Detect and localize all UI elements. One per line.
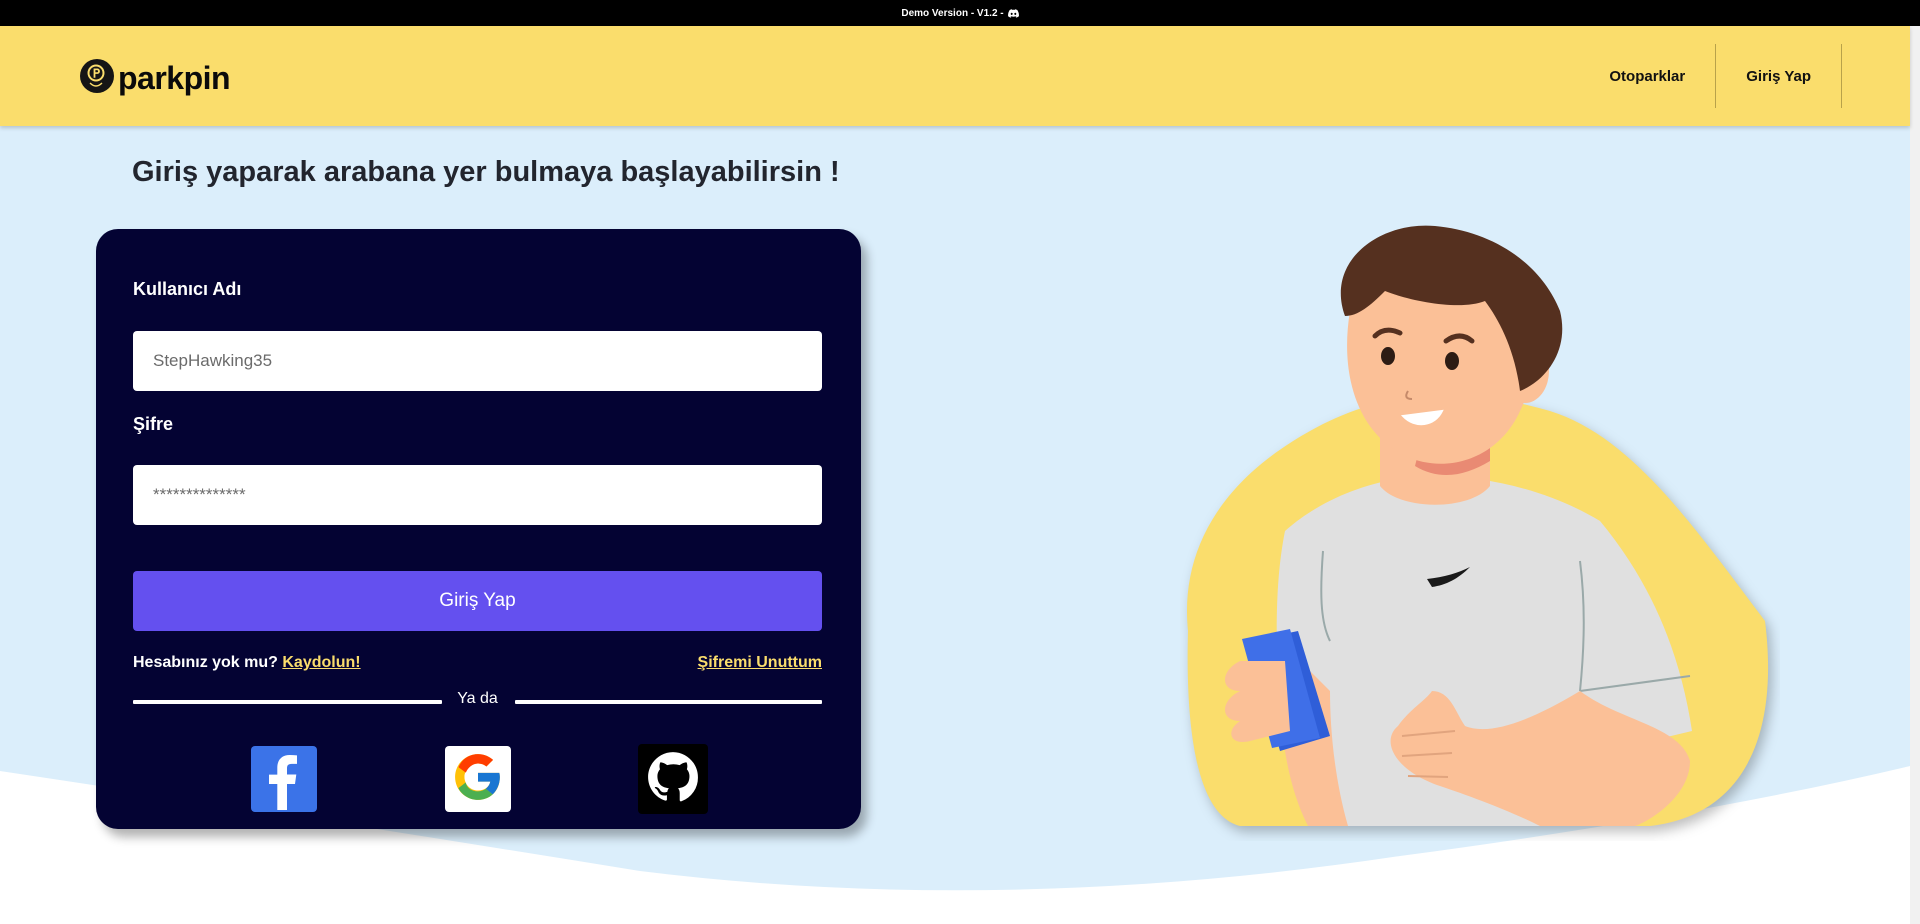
top-navbar: parkpin Otoparklar Giriş Yap: [0, 26, 1910, 126]
logo-text: parkpin: [118, 59, 231, 96]
username-label: Kullanıcı Adı: [133, 279, 242, 299]
nav-item-login[interactable]: Giriş Yap: [1716, 44, 1842, 108]
nav-menu: Otoparklar Giriş Yap: [1579, 44, 1842, 108]
discord-icon[interactable]: [1007, 8, 1019, 18]
person-with-phone-illustration: [1187, 225, 1769, 826]
facebook-icon: [251, 746, 317, 812]
or-divider: Ya da: [133, 690, 822, 710]
github-icon: [647, 751, 699, 808]
register-prompt: Hesabınız yok mu? Kaydolun!: [133, 654, 361, 672]
demo-version-bar: Demo Version - V1.2 -: [0, 0, 1920, 26]
login-button[interactable]: Giriş Yap: [133, 571, 822, 631]
github-login-button[interactable]: [638, 744, 708, 814]
main-section: Giriş yaparak arabana yer bulmaya başlay…: [0, 126, 1910, 924]
scrollbar-track[interactable]: [1910, 26, 1920, 924]
divider-text: Ya da: [457, 690, 498, 707]
nav-item-otoparklar[interactable]: Otoparklar: [1579, 44, 1717, 108]
page-headline: Giriş yaparak arabana yer bulmaya başlay…: [132, 156, 840, 188]
forgot-password-link[interactable]: Şifremi Unuttum: [698, 654, 822, 672]
facebook-login-button[interactable]: [251, 746, 317, 812]
google-login-button[interactable]: [445, 746, 511, 812]
google-icon: [453, 752, 503, 807]
password-input[interactable]: [133, 465, 822, 525]
username-input[interactable]: [133, 331, 822, 391]
password-label: Şifre: [133, 414, 174, 434]
no-account-text: Hesabınız yok mu?: [133, 654, 278, 671]
register-link[interactable]: Kaydolun!: [282, 654, 360, 671]
brand-logo[interactable]: parkpin: [78, 57, 231, 100]
account-links-row: Hesabınız yok mu? Kaydolun! Şifremi Unut…: [133, 654, 822, 678]
login-card: Kullanıcı Adı Şifre Giriş Yap Hesabınız …: [96, 229, 861, 829]
demo-version-text: Demo Version - V1.2 -: [901, 7, 1004, 19]
logo-pin-icon: [78, 57, 116, 100]
